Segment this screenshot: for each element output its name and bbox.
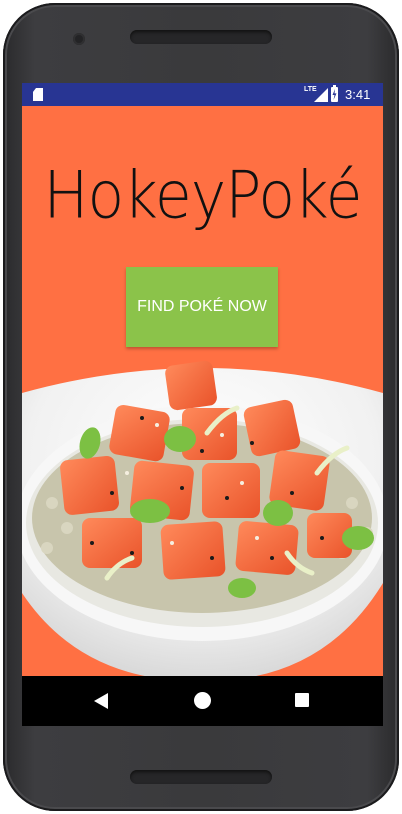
home-icon[interactable]: [194, 692, 211, 709]
back-icon[interactable]: [94, 693, 108, 709]
app-logo: HokeyPoké: [43, 158, 362, 234]
network-type: LTE: [304, 86, 317, 93]
status-clock: 3:41: [345, 87, 371, 102]
recents-icon[interactable]: [295, 693, 309, 707]
navigation-bar: [22, 676, 383, 726]
battery-charging-icon: [331, 85, 338, 102]
bottom-speaker: [130, 770, 272, 784]
sim-card-icon: [33, 88, 43, 101]
front-camera: [73, 33, 85, 45]
app-screen: LTE 3:41 HokeyPoké FIND POKÉ NOW: [22, 83, 383, 726]
earpiece-speaker: [130, 30, 272, 44]
find-poke-now-button[interactable]: FIND POKÉ NOW: [126, 267, 278, 347]
charging-bolt-icon: [332, 89, 337, 100]
status-bar: LTE 3:41: [22, 83, 383, 106]
phone-frame: LTE 3:41 HokeyPoké FIND POKÉ NOW: [3, 3, 399, 811]
lte-signal-icon: LTE: [304, 86, 328, 103]
poke-bowl-image: [22, 360, 383, 681]
